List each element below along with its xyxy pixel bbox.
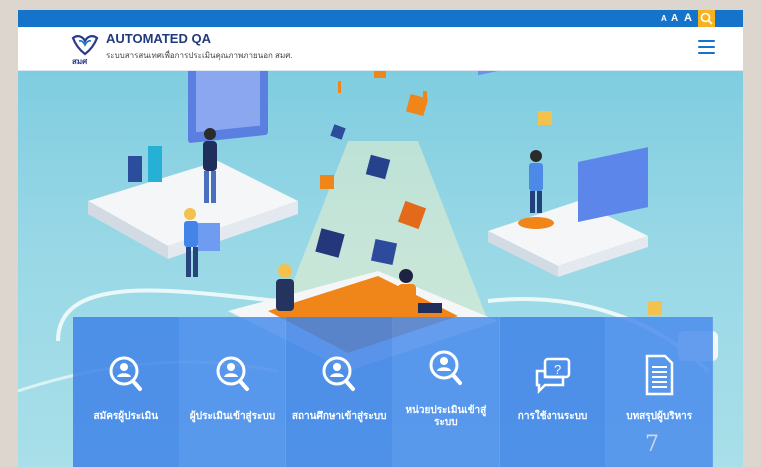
font-size-medium-button[interactable]: A (671, 12, 678, 25)
search-user-icon (429, 350, 462, 385)
tile-assessor-login[interactable]: ผู้ประเมินเข้าสู่ระบบ (179, 317, 287, 467)
tile-label: การใช้งานระบบ (517, 411, 588, 422)
utility-bar: A A A (18, 10, 743, 27)
quick-menu: สมัครผู้ประเมิน ผู้ประเมินเข้าสู่ระบบ สถ… (73, 317, 714, 467)
tile-label: หน่วยประเมินเข้าสู่ระบบ (405, 405, 487, 428)
tile-register-assessor[interactable]: สมัครผู้ประเมิน (73, 317, 180, 467)
logo-text: สมศ (72, 57, 88, 66)
tile-school-login[interactable]: สถานศึกษาเข้าสู่ระบบ (286, 317, 394, 467)
slide-page-number: 7 (645, 432, 659, 457)
tile-label: สมัครผู้ประเมิน (93, 411, 159, 422)
search-user-icon (109, 356, 142, 391)
document-icon (645, 354, 674, 396)
tile-assessment-unit-login[interactable]: หน่วยประเมินเข้าสู่ระบบ (393, 317, 500, 467)
tile-system-usage[interactable]: ? การใช้งานระบบ (499, 317, 607, 467)
font-size-large-button[interactable]: A (684, 12, 692, 25)
site-title[interactable]: AUTOMATED QA (106, 31, 211, 46)
search-user-icon (216, 356, 249, 391)
chat-question-icon: ? (535, 357, 570, 395)
site-subtitle: ระบบสารสนเทศเพื่อการประเมินคุณภาพภายนอก … (106, 51, 293, 60)
search-user-icon (322, 356, 356, 391)
tile-label: สถานศึกษาเข้าสู่ระบบ (291, 411, 387, 422)
tile-executive-summary[interactable]: บทสรุปผู้บริหาร (606, 317, 714, 467)
svg-text:?: ? (554, 362, 561, 377)
page-frame: A A A สมศ AUTOMATED QA ระบบสารสนเทศเพื่อ… (18, 10, 743, 467)
site-header: สมศ AUTOMATED QA ระบบสารสนเทศเพื่อการประ… (18, 27, 743, 71)
hamburger-menu-button[interactable] (698, 40, 715, 54)
hamburger-icon (698, 40, 715, 42)
tile-label: บทสรุปผู้บริหาร (626, 411, 693, 422)
font-size-small-button[interactable]: A (661, 12, 667, 25)
search-icon (700, 12, 713, 25)
tile-label: ผู้ประเมินเข้าสู่ระบบ (189, 411, 276, 422)
search-button[interactable] (698, 10, 715, 27)
